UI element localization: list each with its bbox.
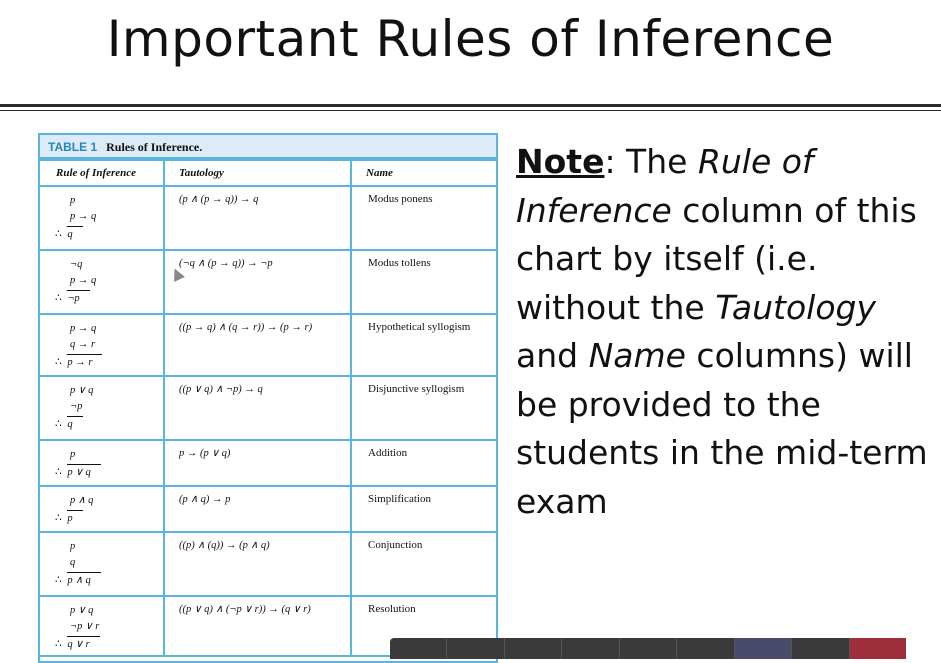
rules-table-figure: TABLE 1 Rules of Inference. Rule of Infe… [38, 133, 498, 663]
note-italic-name: Name [588, 336, 686, 375]
premise: p ∨ q [70, 385, 94, 396]
toolbar-button[interactable] [734, 638, 793, 659]
title-divider-thin [0, 110, 941, 111]
therefore-symbol: ∴ [55, 357, 62, 368]
tautology-cell: ((p ∨ q) ∧ ¬p) → q [163, 375, 352, 441]
rules-table: Rule of Inference Tautology Name p p → q ∴… [40, 159, 496, 657]
premise: p ∧ q [70, 495, 94, 506]
conclusion: p ∨ q [67, 464, 101, 481]
premise: ¬p [70, 401, 83, 412]
rule-of-inference-cell: p → q q → r ∴ p → r [40, 313, 165, 377]
therefore-symbol: ∴ [55, 513, 62, 524]
rule-of-inference-cell: p ∧ q ∴ p [40, 485, 165, 533]
therefore-symbol: ∴ [55, 419, 62, 430]
conclusion: q ∨ r [67, 636, 100, 653]
therefore-symbol: ∴ [55, 467, 62, 478]
toolbar-button[interactable] [505, 638, 563, 659]
therefore-symbol: ∴ [55, 575, 62, 586]
rule-of-inference-cell: p ∨ q ¬p ∨ r ∴ q ∨ r [40, 595, 165, 657]
toolbar-button[interactable] [447, 638, 505, 659]
premise: p → q [70, 275, 97, 286]
slide-title: Important Rules of Inference [106, 10, 835, 68]
premise: ¬p ∨ r [70, 621, 100, 632]
rule-name-cell: Conjunction [350, 531, 496, 597]
premise: p [70, 449, 76, 460]
rule-of-inference-cell: ¬q p → q ∴ ¬p [40, 249, 165, 315]
toolbar-button[interactable] [677, 638, 735, 659]
meeting-toolbar[interactable] [390, 638, 906, 659]
premise: ¬q [70, 259, 83, 270]
rule-of-inference-cell: p p → q ∴ q [40, 185, 165, 251]
tautology-cell: ((p → q) ∧ (q → r)) → (p → r) [163, 313, 352, 377]
table-row: p p → q ∴ q (p ∧ (p → q)) → q Modus ponens [40, 185, 496, 251]
conclusion: p → r [67, 354, 103, 371]
tautology-cell: (p ∧ (p → q)) → q [163, 185, 352, 251]
tautology-cell: (¬q ∧ (p → q)) → ¬p [163, 249, 352, 315]
conclusion: p ∧ q [67, 572, 101, 589]
table-row: p q ∴ p ∧ q ((p) ∧ (q)) → (p ∧ q) Conjunctio… [40, 531, 496, 597]
rule-name-cell: Simplification [350, 485, 496, 533]
table-row: p ∴ p ∨ q p → (p ∨ q) Addition [40, 439, 496, 487]
toolbar-button[interactable] [390, 638, 448, 659]
rule-name-cell: Modus tollens [350, 249, 496, 315]
tautology-cell: ((p ∨ q) ∧ (¬p ∨ r)) → (q ∨ r) [163, 595, 352, 657]
table-caption-title: Rules of Inference. [106, 140, 203, 154]
rule-of-inference-cell: p ∴ p ∨ q [40, 439, 165, 487]
table-row: p ∧ q ∴ p (p ∧ q) → p Simplification [40, 485, 496, 533]
table-row: p → q q → r ∴ p → r ((p → q) ∧ (q → r)) → (… [40, 313, 496, 377]
note-label: Note [516, 142, 605, 181]
toolbar-button[interactable] [562, 638, 620, 659]
header-rule-of-inference: Rule of Inference [40, 159, 165, 187]
table-row: p ∨ q ¬p ∴ q ((p ∨ q) ∧ ¬p) → q Disjunctive … [40, 375, 496, 441]
table-header-row: Rule of Inference Tautology Name [40, 159, 496, 187]
premise: q → r [70, 339, 96, 350]
premise: p → q [70, 323, 97, 334]
toolbar-button[interactable] [792, 638, 850, 659]
table-caption-number: TABLE 1 [48, 140, 98, 154]
table-caption: TABLE 1 Rules of Inference. [40, 135, 496, 159]
note-paragraph: Note: The Rule of Inference column of th… [516, 138, 936, 526]
note-text-1: : The [604, 142, 698, 181]
therefore-symbol: ∴ [55, 229, 62, 240]
conclusion: p [67, 510, 83, 527]
premise: p [70, 195, 76, 206]
conclusion: q [67, 416, 83, 433]
toolbar-button[interactable] [849, 638, 906, 659]
tautology-cell: p → (p ∨ q) [163, 439, 352, 487]
rule-of-inference-cell: p ∨ q ¬p ∴ q [40, 375, 165, 441]
premise: p → q [70, 211, 97, 222]
rule-name-cell: Hypothetical syllogism [350, 313, 496, 377]
premise: p ∨ q [70, 605, 94, 616]
rule-name-cell: Addition [350, 439, 496, 487]
header-tautology: Tautology [163, 159, 352, 187]
header-name: Name [350, 159, 496, 187]
rule-of-inference-cell: p q ∴ p ∧ q [40, 531, 165, 597]
conclusion: q [67, 226, 83, 243]
note-text-3: and [516, 336, 589, 375]
table-row: ¬q p → q ∴ ¬p (¬q ∧ (p → q)) → ¬p Modus toll… [40, 249, 496, 315]
rule-name-cell: Modus ponens [350, 185, 496, 251]
title-divider-thick [0, 104, 941, 107]
tautology-cell: ((p) ∧ (q)) → (p ∧ q) [163, 531, 352, 597]
premise: p [70, 541, 76, 552]
toolbar-button[interactable] [620, 638, 678, 659]
tautology-cell: (p ∧ q) → p [163, 485, 352, 533]
conclusion: ¬p [67, 290, 90, 307]
therefore-symbol: ∴ [55, 293, 62, 304]
note-italic-tautology: Tautology [715, 287, 876, 327]
therefore-symbol: ∴ [55, 639, 62, 650]
rule-name-cell: Disjunctive syllogism [350, 375, 496, 441]
premise: q [70, 557, 76, 568]
